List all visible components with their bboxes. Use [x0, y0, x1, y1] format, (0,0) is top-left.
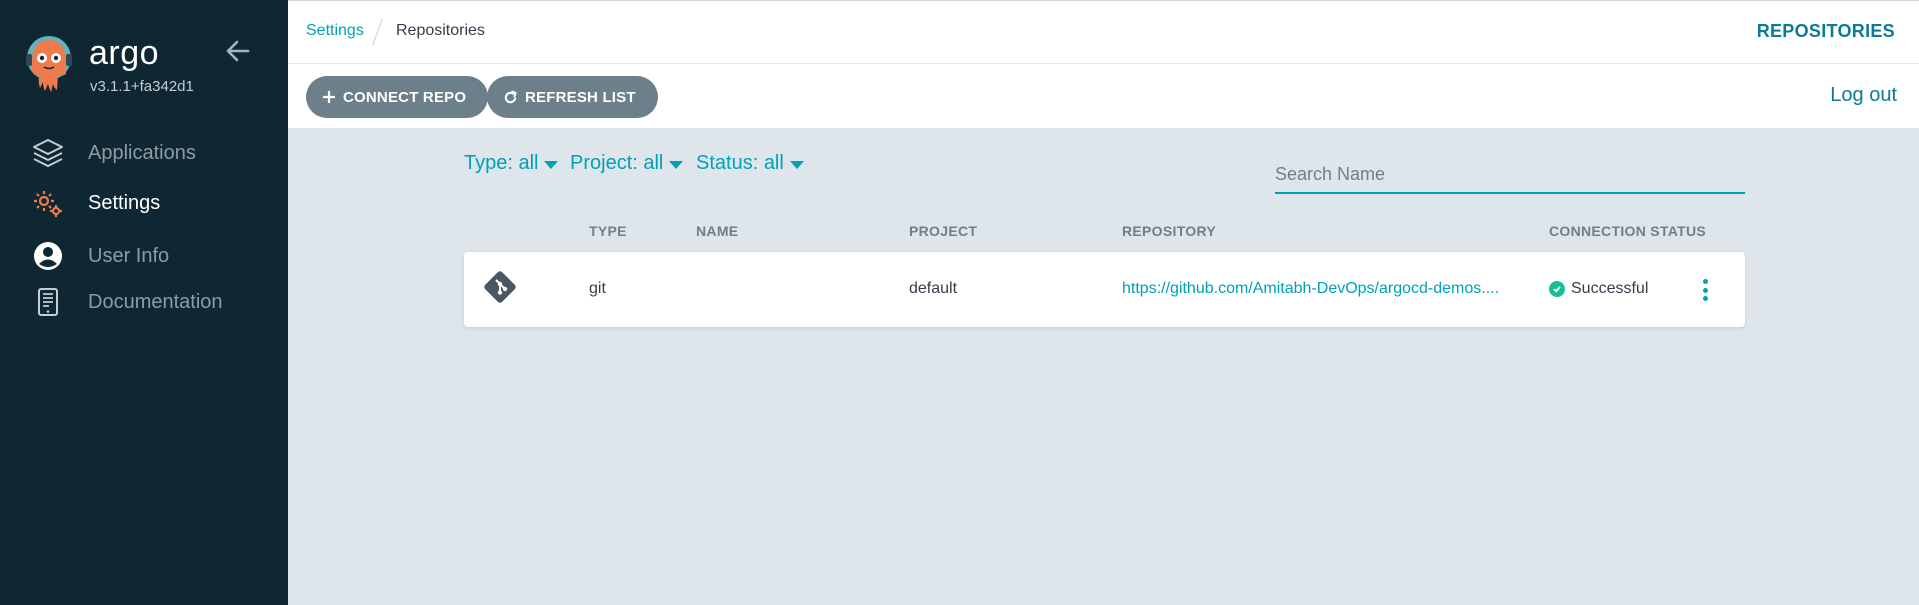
app-name: argo: [89, 34, 160, 72]
sidebar: argo v3.1.1+fa342d1 Applications Setting…: [0, 0, 288, 605]
connection-status-label: Successful: [1571, 280, 1649, 297]
collapse-sidebar-button[interactable]: [224, 38, 252, 64]
sidebar-item-applications[interactable]: Applications: [0, 131, 288, 175]
argo-logo[interactable]: [24, 34, 74, 96]
repo-project: default: [909, 280, 958, 297]
sidebar-item-user-info[interactable]: User Info: [0, 234, 288, 278]
column-header-name: NAME: [696, 223, 739, 239]
refresh-list-label: REFRESH LIST: [525, 88, 636, 106]
logout-link[interactable]: Log out: [1830, 84, 1897, 107]
breadcrumb-settings-link[interactable]: Settings: [306, 22, 364, 40]
type-filter[interactable]: Type: all: [464, 152, 559, 175]
status-filter[interactable]: Status: all: [696, 152, 804, 175]
sidebar-item-label: Documentation: [88, 290, 223, 313]
table-row[interactable]: git default https://github.com/Amitabh-D…: [464, 252, 1745, 327]
column-header-project: PROJECT: [909, 223, 978, 239]
book-icon: [32, 286, 64, 318]
git-icon: [483, 270, 517, 309]
gear-icon: [32, 187, 64, 219]
connection-status: Successful: [1549, 280, 1648, 298]
page-title: REPOSITORIES: [1756, 21, 1895, 41]
caret-down-icon: [544, 161, 559, 169]
search-input[interactable]: [1275, 156, 1745, 194]
connect-repo-label: CONNECT REPO: [343, 88, 467, 106]
user-circle-icon: [32, 240, 64, 272]
column-header-repository: REPOSITORY: [1122, 223, 1217, 239]
layers-icon: [32, 137, 64, 169]
refresh-list-button[interactable]: REFRESH LIST: [487, 76, 658, 118]
repo-url-link[interactable]: https://github.com/Amitabh-DevOps/argocd…: [1122, 280, 1499, 298]
column-header-type: TYPE: [589, 223, 627, 239]
sidebar-item-label: User Info: [88, 244, 170, 267]
check-circle-icon: [1549, 281, 1565, 297]
breadcrumb-current: Repositories: [396, 22, 485, 39]
project-filter[interactable]: Project: all: [570, 152, 684, 175]
sidebar-item-settings[interactable]: Settings: [0, 181, 288, 225]
arrow-left-icon: [226, 40, 250, 62]
breadcrumb-separator: [372, 18, 383, 46]
sidebar-item-label: Applications: [88, 141, 196, 164]
refresh-icon: [503, 90, 518, 105]
app-version: v3.1.1+fa342d1: [90, 78, 194, 95]
sidebar-item-label: Settings: [88, 191, 161, 214]
plus-icon: [322, 90, 336, 104]
row-actions-menu-icon[interactable]: [1698, 276, 1712, 304]
caret-down-icon: [789, 161, 804, 169]
sidebar-item-documentation[interactable]: Documentation: [0, 280, 288, 324]
column-header-connection-status: CONNECTION STATUS: [1549, 223, 1707, 239]
top-bar: Settings Repositories REPOSITORIES: [288, 0, 1919, 64]
toolbar: CONNECT REPO REFRESH LIST Log out: [288, 64, 1919, 128]
connect-repo-button[interactable]: CONNECT REPO: [306, 76, 489, 118]
repo-type: git: [589, 280, 606, 297]
caret-down-icon: [669, 161, 684, 169]
